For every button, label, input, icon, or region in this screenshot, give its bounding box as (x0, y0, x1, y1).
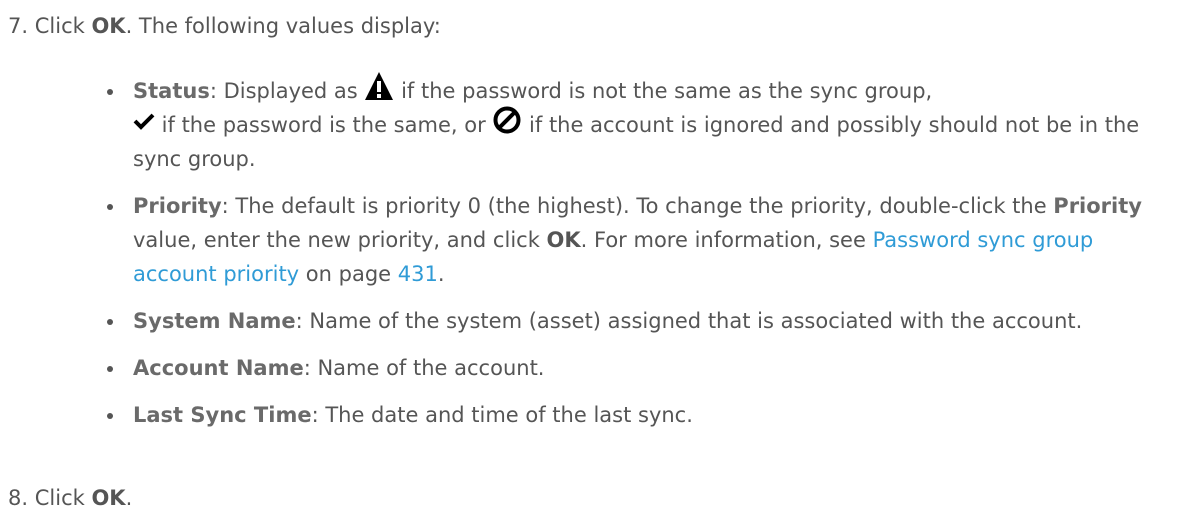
ok-label: OK (91, 486, 126, 510)
bullet-dot (107, 319, 113, 325)
step-number: 8. (8, 486, 29, 510)
ok-label: OK (546, 228, 581, 252)
term-status: Status (133, 79, 210, 103)
step-7: 7. Click OK. The following values displa… (8, 14, 441, 38)
values-list: Status: Displayed as if the password is … (107, 71, 1177, 432)
checkmark-icon (133, 112, 155, 132)
list-item-last-sync-time: Last Sync Time: The date and time of the… (107, 398, 1177, 432)
bullet-dot (107, 89, 113, 95)
page-number-link[interactable]: 431 (398, 262, 438, 286)
warning-icon (364, 71, 394, 101)
term-account-name: Account Name (133, 356, 304, 380)
list-item-system-name: System Name: Name of the system (asset) … (107, 304, 1177, 338)
bullet-dot (107, 366, 113, 372)
list-item-priority: Priority: The default is priority 0 (the… (107, 189, 1177, 291)
list-item-account-name: Account Name: Name of the account. (107, 351, 1177, 385)
step-number: 7. (8, 14, 29, 38)
step-8: 8. Click OK. (8, 486, 133, 510)
term-system-name: System Name (133, 309, 296, 333)
term-last-sync-time: Last Sync Time (133, 403, 312, 427)
list-item-status: Status: Displayed as if the password is … (107, 71, 1177, 176)
term-priority: Priority (133, 194, 222, 218)
bullet-dot (107, 204, 113, 210)
prohibited-icon (492, 105, 522, 135)
bullet-dot (107, 413, 113, 419)
ok-label: OK (91, 14, 126, 38)
